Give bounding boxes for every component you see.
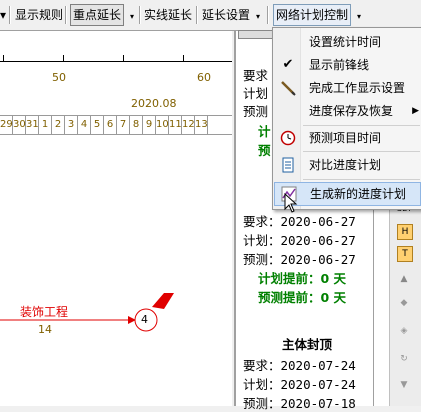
menu-separator <box>303 179 420 180</box>
menu-separator <box>303 151 420 152</box>
toolbar-separator <box>196 6 198 24</box>
task-duration: 14 <box>38 323 52 336</box>
text-h-icon[interactable]: H <box>397 224 413 240</box>
checkmark-icon: ✔ <box>282 57 294 72</box>
task-node-number: 4 <box>141 313 148 326</box>
menu-item-label: 设置统计时间 <box>309 35 382 49</box>
task-arrow-layer <box>0 293 174 332</box>
key-extend-button[interactable]: 重点延长 <box>70 4 125 26</box>
solid-extend-button[interactable]: 实线延长 <box>144 5 192 25</box>
menu-item-label: 进度保存及恢复 <box>309 104 394 118</box>
side-toolbar: SET H T ▲ ◆ ◈ ↻ ▼ <box>389 196 421 406</box>
toolbar-separator <box>9 6 11 24</box>
text-t-icon[interactable]: T <box>397 246 413 262</box>
move-down-icon[interactable]: ▼ <box>397 378 411 392</box>
forecast-date-2: 预测：2020-07-18 <box>243 396 356 411</box>
toolbar-separator <box>267 6 269 24</box>
menu-item-label: 完成工作显示设置 <box>309 81 406 95</box>
forecast-ahead-days: 预测提前：0 天 <box>258 290 347 305</box>
toolbar-separator <box>139 6 141 24</box>
menu-item-label: 预测项目时间 <box>309 131 382 145</box>
menu-item-show-frontline[interactable]: ✔ 显示前锋线 <box>274 54 421 76</box>
show-rules-button[interactable]: 显示规则 <box>15 5 63 25</box>
tag-icon[interactable]: ◈ <box>397 324 411 338</box>
menu-item-set-stat-time[interactable]: 设置统计时间 <box>274 31 421 53</box>
menu-separator <box>303 125 420 126</box>
task-name[interactable]: 装饰工程 <box>20 303 68 320</box>
menu-item-forecast-project-time[interactable]: 预测项目时间 <box>274 127 421 149</box>
milestone-title: 主体封顶 <box>282 337 333 352</box>
node-flag-marker <box>152 293 174 309</box>
partial-forecast: 预测 <box>243 104 269 119</box>
extend-settings-dropdown[interactable]: ▾ <box>254 5 260 25</box>
forecast-date: 预测：2020-06-27 <box>243 252 356 267</box>
partial-required: 要求 <box>243 68 269 83</box>
menu-item-label: 显示前锋线 <box>309 58 370 72</box>
network-plan-control-button[interactable]: 网络计划控制 <box>273 4 352 26</box>
partial-planned: 计划 <box>243 86 269 101</box>
toolbar-separator <box>65 6 67 24</box>
extend-settings-button[interactable]: 延长设置 <box>202 5 250 25</box>
rotate-icon[interactable]: ↻ <box>397 352 411 366</box>
pencil-icon <box>280 80 296 96</box>
required-date-2: 要求：2020-07-24 <box>243 358 356 373</box>
menu-item-progress-save-restore[interactable]: 进度保存及恢复 ▶ <box>274 100 421 122</box>
required-date: 要求：2020-06-27 <box>243 214 356 229</box>
network-plan-control-dropdown[interactable]: ▾ <box>355 5 361 25</box>
clock-icon <box>280 130 296 146</box>
network-plan-control-menu: 设置统计时间 ✔ 显示前锋线 完成工作显示设置 进度保存及恢复 ▶ 预测项目时间… <box>272 27 421 210</box>
menu-item-compare-progress-plan[interactable]: 对比进度计划 <box>274 154 421 176</box>
document-icon <box>280 157 296 173</box>
submenu-arrow-icon: ▶ <box>412 106 419 116</box>
plan-ahead-days: 计划提前：0 天 <box>258 271 347 286</box>
menu-item-label: 生成新的进度计划 <box>310 187 407 201</box>
planned-date: 计划：2020-06-27 <box>243 233 356 248</box>
move-up-icon[interactable]: ▲ <box>397 272 411 286</box>
menu-item-label: 对比进度计划 <box>309 158 382 172</box>
menu-item-completed-display-settings[interactable]: 完成工作显示设置 <box>274 77 421 99</box>
layer-icon[interactable]: ◆ <box>397 296 411 310</box>
partial-forecast-ahead: 预 <box>258 143 271 158</box>
partial-plan-ahead: 计 <box>258 124 271 139</box>
planned-date-2: 计划：2020-07-24 <box>243 377 356 392</box>
key-extend-dropdown[interactable]: ▾ <box>128 5 134 25</box>
network-chart[interactable]: 50 60 2020.08 29 30 31 1 2 3 4 5 6 7 8 9… <box>0 31 232 406</box>
toolbar-overflow-arrow[interactable]: ▾ <box>0 5 6 25</box>
mouse-cursor-icon <box>284 193 298 213</box>
